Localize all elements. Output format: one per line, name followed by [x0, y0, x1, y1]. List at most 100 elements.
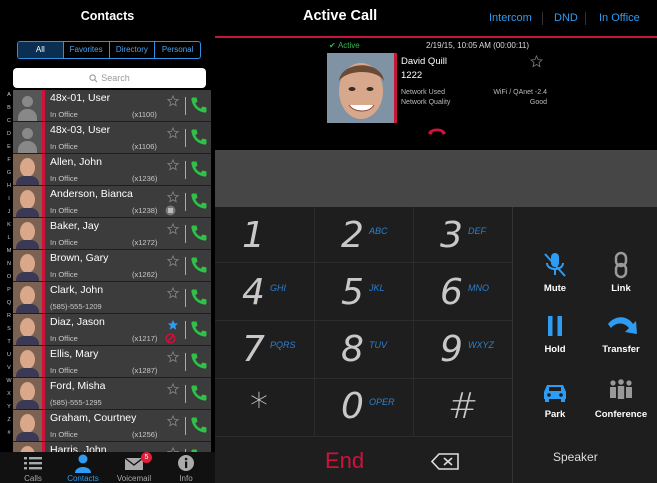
alpha-index-letter[interactable]: K [5, 222, 13, 229]
contact-name: Graham, Courtney [50, 412, 137, 424]
favorite-star-icon[interactable] [167, 159, 179, 171]
call-phone-icon[interactable] [190, 192, 208, 210]
tab-calls[interactable]: Calls [7, 452, 59, 483]
alpha-index-letter[interactable]: L [5, 235, 13, 242]
call-phone-icon[interactable] [190, 320, 208, 338]
call-phone-icon[interactable] [190, 384, 208, 402]
favorite-star-icon[interactable] [167, 95, 179, 107]
park-button[interactable]: Park [519, 369, 591, 429]
intercom-button[interactable]: Intercom [489, 12, 532, 24]
key-7[interactable]: 7 PQRS [215, 324, 314, 379]
key-2[interactable]: 2 ABC [314, 210, 413, 265]
conference-button[interactable]: Conference [585, 369, 657, 429]
call-phone-icon[interactable] [190, 288, 208, 306]
alpha-index-letter[interactable]: B [5, 105, 13, 112]
hold-button[interactable]: Hold [519, 304, 591, 364]
alpha-index-letter[interactable]: Z [5, 417, 13, 424]
alpha-index-letter[interactable]: P [5, 287, 13, 294]
mute-button[interactable]: Mute [519, 243, 591, 303]
alpha-index-letter[interactable]: H [5, 183, 13, 190]
alpha-index-letter[interactable]: D [5, 131, 13, 138]
key-5[interactable]: 5 JKL [314, 267, 413, 322]
call-phone-icon[interactable] [190, 224, 208, 242]
favorite-star-icon[interactable] [167, 287, 179, 299]
contact-row[interactable]: 48x-01, User In Office (x1100) [13, 90, 211, 122]
call-phone-icon[interactable] [190, 256, 208, 274]
link-button[interactable]: Link [585, 243, 657, 303]
speaker-button[interactable]: Speaker [553, 450, 598, 464]
alpha-index-letter[interactable]: C [5, 118, 13, 125]
call-phone-icon[interactable] [190, 160, 208, 178]
contact-row[interactable]: Baker, Jay In Office (x1272) [13, 218, 211, 250]
key-4[interactable]: 4 GHI [215, 267, 314, 322]
filter-all[interactable]: All [18, 42, 64, 58]
favorite-star-icon[interactable] [530, 55, 543, 68]
key-1[interactable]: 1 [215, 210, 314, 265]
transfer-button[interactable]: Transfer [585, 304, 657, 364]
call-phone-icon[interactable] [190, 416, 208, 434]
key-3[interactable]: 3 DEF [413, 210, 512, 265]
alpha-index-letter[interactable]: O [5, 274, 13, 281]
contact-row[interactable]: Allen, John In Office (x1236) [13, 154, 211, 186]
favorite-star-icon[interactable] [167, 415, 179, 427]
alpha-index-letter[interactable]: W [5, 378, 13, 385]
contact-row[interactable]: Clark, John (585)-555-1209 [13, 282, 211, 314]
favorite-star-icon[interactable] [167, 255, 179, 267]
call-phone-icon[interactable] [190, 128, 208, 146]
call-phone-icon[interactable] [190, 96, 208, 114]
key-hash[interactable]: # [413, 381, 512, 436]
hangup-icon[interactable] [427, 127, 447, 137]
network-quality-value: Good [529, 99, 547, 106]
call-phone-icon[interactable] [190, 352, 208, 370]
key-9[interactable]: 9 WXYZ [413, 324, 512, 379]
alpha-index-letter[interactable]: J [5, 209, 13, 216]
favorite-star-icon[interactable] [167, 191, 179, 203]
end-call-button[interactable]: End [325, 448, 364, 474]
alpha-index-letter[interactable]: Y [5, 404, 13, 411]
contact-row[interactable]: Ellis, Mary In Office (x1287) [13, 346, 211, 378]
alpha-index-letter[interactable]: F [5, 157, 13, 164]
tab-contacts[interactable]: Contacts [57, 452, 109, 483]
key-star[interactable]: * [215, 381, 314, 436]
key-0[interactable]: 0 OPER [314, 381, 413, 436]
tab-voicemail[interactable]: 5 Voicemail [108, 452, 160, 483]
key-8[interactable]: 8 TUV [314, 324, 413, 379]
contact-row[interactable]: Diaz, Jason In Office (x1217) [13, 314, 211, 346]
backspace-icon[interactable] [431, 453, 459, 470]
tab-info[interactable]: Info [160, 452, 212, 483]
alpha-index-letter[interactable]: E [5, 144, 13, 151]
filter-directory[interactable]: Directory [110, 42, 156, 58]
favorite-star-icon[interactable] [167, 223, 179, 235]
alpha-index-letter[interactable]: G [5, 170, 13, 177]
alpha-index-letter[interactable]: N [5, 261, 13, 268]
alpha-index-letter[interactable]: # [5, 430, 13, 437]
contact-row[interactable]: Brown, Gary In Office (x1262) [13, 250, 211, 282]
contact-name: Diaz, Jason [50, 316, 105, 328]
contact-row[interactable]: 48x-03, User In Office (x1106) [13, 122, 211, 154]
alpha-index-letter[interactable]: R [5, 313, 13, 320]
alpha-index-letter[interactable]: I [5, 196, 13, 203]
contact-row[interactable]: Anderson, Bianca In Office (x1238) [13, 186, 211, 218]
contact-row[interactable]: Ford, Misha (585)-555-1295 [13, 378, 211, 410]
alpha-index-letter[interactable]: X [5, 391, 13, 398]
alpha-index-letter[interactable]: S [5, 326, 13, 333]
alpha-index-letter[interactable]: A [5, 92, 13, 99]
alpha-index-letter[interactable]: T [5, 339, 13, 346]
alpha-index-letter[interactable]: Q [5, 300, 13, 307]
presence-status-button[interactable]: In Office [599, 12, 640, 24]
favorite-star-icon[interactable] [167, 351, 179, 363]
favorite-star-icon[interactable] [167, 127, 179, 139]
key-6[interactable]: 6 MNO [413, 267, 512, 322]
search-input[interactable]: Search [13, 68, 206, 88]
favorite-star-icon[interactable] [167, 319, 179, 331]
alpha-index-letter[interactable]: V [5, 365, 13, 372]
favorite-star-icon[interactable] [167, 383, 179, 395]
alpha-index-letter[interactable]: M [5, 248, 13, 255]
contact-extension: (x1238) [132, 206, 158, 215]
alphabet-index[interactable]: A B C D E F G H I J K L M N O P Q R S T U V W X Y Z # [5, 92, 13, 444]
alpha-index-letter[interactable]: U [5, 352, 13, 359]
contact-row[interactable]: Graham, Courtney In Office (x1256) [13, 410, 211, 442]
dnd-button[interactable]: DND [554, 12, 578, 24]
filter-favorites[interactable]: Favorites [64, 42, 110, 58]
filter-personal[interactable]: Personal [155, 42, 200, 58]
